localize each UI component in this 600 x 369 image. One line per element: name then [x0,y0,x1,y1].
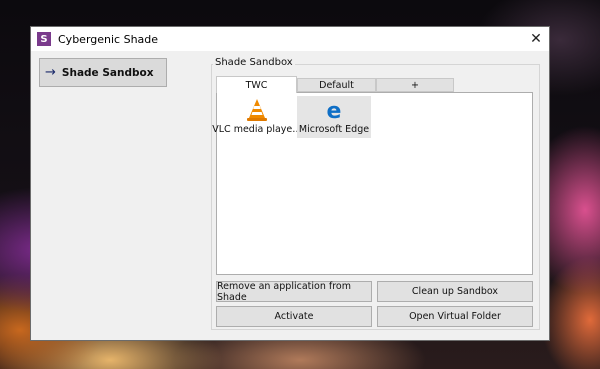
clean-up-sandbox-button[interactable]: Clean up Sandbox [377,281,533,302]
title-bar[interactable]: S Cybergenic Shade ✕ [31,27,549,51]
sandboxed-apps-list[interactable]: VLC media playe… e Microsoft Edge [212,92,533,275]
vlc-icon [247,99,267,121]
app-logo-icon: S [37,32,51,46]
svg-text:e: e [327,99,342,122]
open-virtual-folder-button[interactable]: Open Virtual Folder [377,306,533,327]
list-item-vlc[interactable]: VLC media playe… [212,96,302,138]
sidebar-item-shade-sandbox[interactable]: → Shade Sandbox [39,58,167,87]
tab-add[interactable]: + [376,78,454,92]
app-label-vlc: VLC media playe… [212,124,302,135]
list-item-edge[interactable]: e Microsoft Edge [297,96,371,138]
edge-icon: e [327,99,342,122]
sandbox-group-label: Shade Sandbox [213,57,295,68]
close-button[interactable]: ✕ [523,27,549,51]
sidebar-item-label: Shade Sandbox [61,66,154,79]
arrow-right-icon: → [45,65,56,80]
window-title: Cybergenic Shade [58,32,159,46]
activate-button[interactable]: Activate [216,306,372,327]
app-label-edge: Microsoft Edge [298,124,370,135]
tab-default[interactable]: Default [297,78,376,92]
tab-twc[interactable]: TWC [216,76,297,93]
app-window: S Cybergenic Shade ✕ → Shade Sandbox Sha… [30,26,550,341]
remove-application-button[interactable]: Remove an application from Shade [216,281,372,303]
